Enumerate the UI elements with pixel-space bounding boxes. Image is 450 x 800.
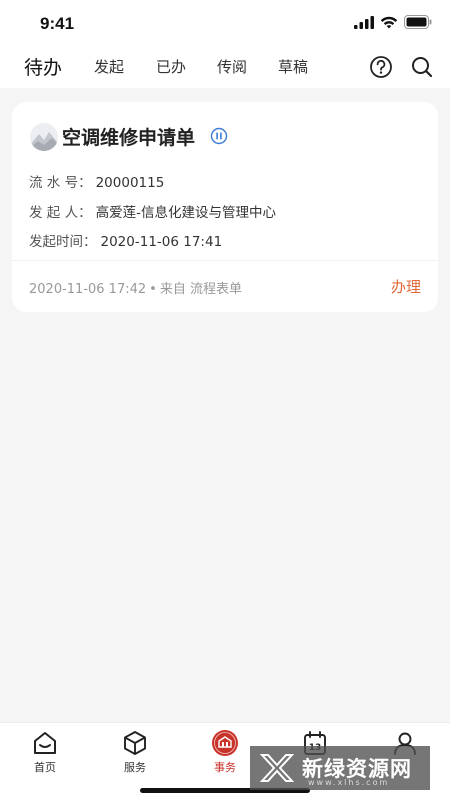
field-label: 发起时间： bbox=[29, 234, 97, 250]
status-bar: 9:41 bbox=[0, 0, 450, 48]
box-icon bbox=[124, 731, 146, 755]
card-title: 空调维修申请单 bbox=[62, 127, 196, 149]
affairs-icon bbox=[212, 730, 238, 756]
search-icon[interactable] bbox=[409, 54, 435, 80]
pause-icon bbox=[210, 127, 228, 145]
tab-circulate[interactable]: 传阅 bbox=[217, 56, 247, 77]
bottom-nav-label: 服务 bbox=[124, 761, 146, 774]
footer-time: 2020-11-06 17:42 bbox=[29, 282, 147, 297]
tab-drafts[interactable]: 草稿 bbox=[278, 56, 308, 77]
status-icons bbox=[354, 15, 432, 29]
signal-icon bbox=[354, 15, 374, 29]
footer-source: 来自 流程表单 bbox=[159, 282, 242, 297]
field-value: 2020-11-06 17:41 bbox=[100, 234, 223, 250]
watermark-logo-icon bbox=[260, 754, 294, 782]
footer-separator: • bbox=[149, 282, 157, 297]
top-nav: 待办 发起 已办 传阅 草稿 bbox=[0, 48, 450, 88]
status-time: 9:41 bbox=[40, 14, 75, 33]
watermark-subtext: www.xlhs.com bbox=[308, 778, 390, 787]
field-label: 发 起 人： bbox=[29, 205, 92, 221]
bottom-nav-affairs[interactable]: 事务 bbox=[195, 729, 255, 775]
home-icon bbox=[34, 732, 56, 754]
field-value: 高爱莲-信息化建设与管理中心 bbox=[95, 205, 276, 221]
bottom-nav-service[interactable]: 服务 bbox=[105, 729, 165, 775]
task-card[interactable]: 空调维修申请单 流 水 号： 20000115 发 起 人： 高爱莲-信息化建设与管… bbox=[12, 102, 438, 312]
watermark: 新绿资源网 www.xlhs.com bbox=[250, 746, 430, 790]
field-initiated-time: 发起时间： 2020-11-06 17:41 bbox=[29, 230, 222, 250]
mountain-avatar-icon bbox=[30, 123, 58, 151]
tab-todo[interactable]: 待办 bbox=[24, 53, 62, 80]
field-label: 流 水 号： bbox=[29, 175, 92, 191]
field-initiator: 发 起 人： 高爱莲-信息化建设与管理中心 bbox=[29, 201, 276, 221]
divider bbox=[12, 260, 438, 261]
card-footer: 2020-11-06 17:42 • 来自 流程表单 bbox=[29, 278, 242, 297]
handle-button[interactable]: 办理 bbox=[391, 276, 421, 297]
tab-initiate[interactable]: 发起 bbox=[94, 56, 124, 77]
wifi-icon bbox=[380, 16, 398, 28]
help-icon[interactable] bbox=[368, 54, 394, 80]
bottom-nav-label: 首页 bbox=[34, 761, 56, 774]
battery-icon bbox=[404, 15, 432, 29]
bottom-nav-home[interactable]: 首页 bbox=[15, 729, 75, 775]
tab-done[interactable]: 已办 bbox=[156, 56, 186, 77]
field-serial-number: 流 水 号： 20000115 bbox=[29, 171, 164, 191]
bottom-nav-label: 事务 bbox=[214, 761, 236, 774]
field-value: 20000115 bbox=[95, 175, 165, 191]
avatar bbox=[30, 123, 58, 151]
